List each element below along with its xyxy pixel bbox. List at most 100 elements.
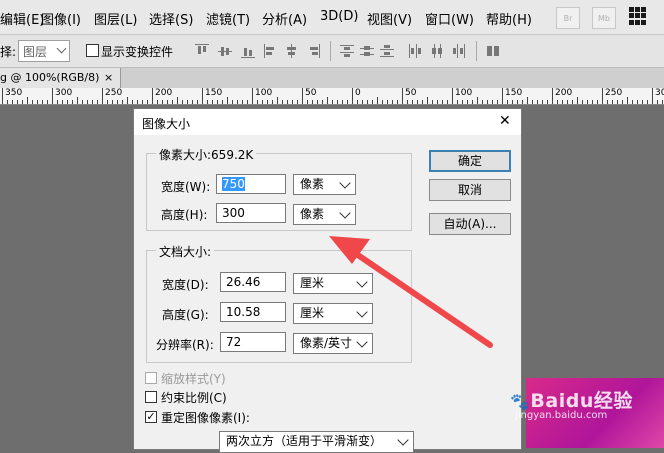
align-bottom-icon[interactable]	[241, 44, 255, 58]
chevron-down-icon	[356, 306, 368, 318]
ruler-tick	[242, 100, 243, 104]
baidu-watermark: 🐾Baidu经验	[510, 390, 633, 412]
ruler-tick	[287, 100, 288, 104]
chevron-down-icon	[397, 434, 409, 446]
resample-method-select[interactable]: 两次立方（适用于平滑渐变）	[219, 431, 414, 453]
pixel-width-input[interactable]: 750	[216, 174, 286, 194]
ruler-tick	[407, 100, 408, 104]
align-right-icon[interactable]	[306, 44, 320, 58]
height-label: 高度(H):	[161, 208, 208, 222]
ruler-tick	[107, 100, 108, 104]
ruler-tick	[222, 100, 223, 104]
ruler-tick	[477, 97, 478, 104]
ruler-tick	[232, 100, 233, 104]
paw-icon: 🐾	[510, 392, 531, 411]
ruler-tick	[337, 100, 338, 104]
document-tab[interactable]: g @ 100%(RGB/8) ×	[0, 68, 121, 88]
menu-analysis[interactable]: 分析(A)	[262, 9, 307, 28]
ruler-tick	[372, 100, 373, 104]
ruler-label: 150	[205, 88, 223, 98]
doc-height-label: 高度(G):	[162, 308, 209, 322]
toolbar-divider	[330, 41, 331, 61]
ruler-tick	[562, 100, 563, 104]
close-icon[interactable]: ✕	[499, 113, 511, 129]
ruler-tick	[567, 100, 568, 104]
ruler-tick	[127, 97, 128, 104]
menu-help[interactable]: 帮助(H)	[486, 9, 532, 28]
ruler-tick	[322, 100, 323, 104]
show-transform-checkbox[interactable]	[86, 44, 99, 57]
document-tab-bar: g @ 100%(RGB/8) ×	[0, 68, 664, 88]
doc-width-label: 宽度(D):	[162, 278, 209, 292]
ruler-tick	[457, 100, 458, 104]
ruler-tick	[447, 100, 448, 104]
pixel-height-unit-select[interactable]: 像素	[293, 204, 356, 225]
distribute-right-icon[interactable]	[452, 44, 466, 58]
ruler-tick	[87, 100, 88, 104]
chevron-down-icon	[339, 177, 351, 189]
ruler-tick	[162, 100, 163, 104]
resample-label: 重定图像像素(I):	[161, 411, 250, 425]
ruler-tick	[292, 100, 293, 104]
distribute-bottom-icon[interactable]	[380, 44, 394, 58]
doc-height-input[interactable]: 10.58	[220, 302, 286, 322]
menu-select[interactable]: 选择(S)	[149, 9, 193, 28]
auto-button[interactable]: 自动(A)...	[429, 213, 511, 235]
ruler-tick	[57, 100, 58, 104]
mini-bridge-button[interactable]: Mb	[592, 7, 616, 29]
scale-styles-checkbox[interactable]	[145, 372, 157, 384]
ruler-tick	[317, 100, 318, 104]
pixel-width-unit-select[interactable]: 像素	[293, 174, 356, 195]
ruler-tick	[617, 100, 618, 104]
resolution-label: 分辨率(R):	[156, 338, 214, 352]
ruler-label: 100	[455, 88, 473, 98]
bridge-button[interactable]: Br	[556, 7, 580, 29]
menu-edit[interactable]: 编辑(E)	[0, 9, 44, 28]
menu-layer[interactable]: 图层(L)	[94, 9, 137, 28]
ruler-tick	[352, 88, 353, 104]
distribute-vcenter-icon[interactable]	[360, 44, 374, 58]
doc-width-input[interactable]: 26.46	[220, 272, 286, 292]
pixel-height-input[interactable]: 300	[216, 203, 286, 223]
resample-checkbox[interactable]: ✓	[145, 411, 157, 423]
align-top-icon[interactable]	[195, 44, 209, 58]
ruler-tick	[52, 88, 53, 104]
close-icon[interactable]: ×	[104, 68, 113, 88]
doc-width-unit-select[interactable]: 厘米	[293, 273, 373, 294]
ok-button[interactable]: 确定	[429, 150, 511, 172]
ruler-tick	[452, 88, 453, 104]
dialog-titlebar: 图像大小 ✕	[134, 109, 521, 135]
menu-window[interactable]: 窗口(W)	[425, 9, 474, 28]
ruler-tick	[392, 100, 393, 104]
distribute-top-icon[interactable]	[340, 44, 354, 58]
ruler-tick	[267, 100, 268, 104]
auto-select-dropdown[interactable]: 图层	[18, 40, 70, 62]
ruler-tick	[467, 100, 468, 104]
ruler-tick	[592, 100, 593, 104]
menu-image[interactable]: 图像(I)	[41, 9, 81, 28]
distribute-left-icon[interactable]	[408, 44, 422, 58]
ruler-tick	[527, 97, 528, 104]
arrange-documents-icon[interactable]	[629, 7, 647, 25]
ruler-tick	[137, 100, 138, 104]
resolution-unit-select[interactable]: 像素/英寸	[293, 333, 373, 354]
align-vcenter-icon[interactable]	[218, 44, 232, 58]
document-size-title: 文档大小:	[156, 243, 215, 260]
constrain-proportions-checkbox[interactable]	[145, 391, 157, 403]
ruler-tick	[2, 88, 3, 104]
menu-view[interactable]: 视图(V)	[367, 9, 412, 28]
doc-height-unit-select[interactable]: 厘米	[293, 303, 373, 324]
align-left-icon[interactable]	[264, 44, 278, 58]
ruler-tick	[552, 88, 553, 104]
distribute-hcenter-icon[interactable]	[430, 44, 444, 58]
menu-3d[interactable]: 3D(D)	[320, 9, 358, 24]
align-hcenter-icon[interactable]	[284, 44, 298, 58]
cancel-button[interactable]: 取消	[429, 179, 511, 201]
ruler-tick	[307, 100, 308, 104]
menu-filter[interactable]: 滤镜(T)	[206, 9, 250, 28]
ruler-tick	[462, 100, 463, 104]
resolution-input[interactable]: 72	[220, 332, 286, 352]
ruler-tick	[367, 100, 368, 104]
ruler-tick	[32, 100, 33, 104]
auto-align-layers-icon[interactable]	[486, 44, 500, 58]
